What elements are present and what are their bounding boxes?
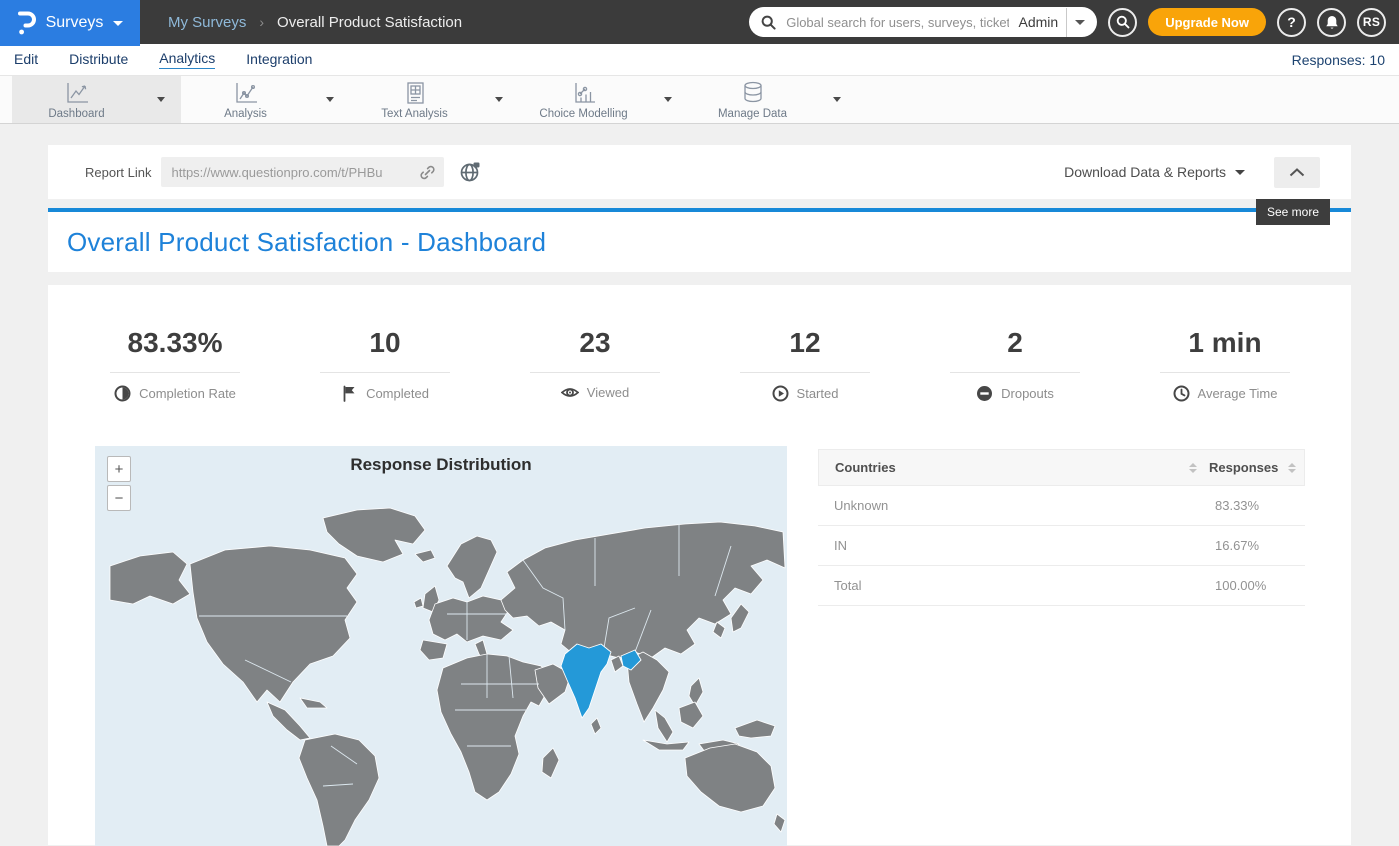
database-icon (741, 81, 765, 105)
analytics-toolbar: Dashboard Analysis Text Analysis Choice … (0, 76, 1399, 124)
bell-icon (1325, 15, 1339, 30)
map-zoom-in-button[interactable]: + (107, 456, 131, 482)
stat-started: 12 Started (700, 327, 910, 402)
app-logo[interactable]: Surveys (0, 0, 140, 46)
toolbar-item-choice-modelling[interactable]: Choice Modelling (519, 76, 688, 123)
upgrade-now-button[interactable]: Upgrade Now (1148, 8, 1266, 36)
chevron-up-icon (1289, 168, 1305, 177)
report-access-settings-button[interactable] (459, 161, 481, 183)
stat-completed: 10 Completed (280, 327, 490, 402)
global-search[interactable]: Admin (749, 7, 1097, 37)
survey-stats-row: 83.33% Completion Rate 10 Completed (48, 285, 1351, 402)
map-zoom-controls: + − (107, 456, 131, 511)
tab-analytics[interactable]: Analytics (159, 50, 215, 69)
table-row: Unknown 83.33% (818, 486, 1305, 526)
table-row: IN 16.67% (818, 526, 1305, 566)
table-row: Total 100.00% (818, 566, 1305, 606)
stat-average-time: 1 min Average Time (1120, 327, 1330, 402)
map-country-india (561, 644, 611, 718)
report-link-url[interactable]: https://www.questionpro.com/t/PHBu (171, 165, 413, 180)
link-icon (419, 164, 436, 181)
breadcrumb-separator: › (259, 14, 264, 30)
tab-distribute[interactable]: Distribute (69, 51, 128, 69)
chevron-down-icon[interactable] (1075, 20, 1085, 25)
toolbar-item-analysis[interactable]: Analysis (181, 76, 350, 123)
response-distribution-map[interactable]: Response Distribution + − (95, 446, 787, 846)
text-analysis-menu-caret[interactable] (479, 76, 519, 123)
product-switcher-label: Surveys (46, 14, 104, 32)
scatter-chart-icon (571, 81, 597, 105)
page-title-panel: Overall Product Satisfaction - Dashboard (48, 212, 1351, 272)
contrast-icon (114, 385, 131, 402)
download-data-reports-dropdown[interactable]: Download Data & Reports (1064, 164, 1245, 180)
dashboard-page: Report Link https://www.questionpro.com/… (0, 145, 1399, 845)
minus-circle-icon (976, 385, 993, 402)
analysis-menu-caret[interactable] (310, 76, 350, 123)
stat-viewed: 23 Viewed (490, 327, 700, 402)
breadcrumb-my-surveys[interactable]: My Surveys (168, 14, 246, 31)
chevron-down-icon (1235, 170, 1245, 175)
world-map[interactable] (95, 446, 787, 846)
tab-integration[interactable]: Integration (246, 51, 312, 69)
choice-modelling-menu-caret[interactable] (648, 76, 688, 123)
survey-section-nav: Edit Distribute Analytics Integration Re… (0, 44, 1399, 76)
globe-lock-icon (459, 161, 481, 183)
report-link-label: Report Link (85, 165, 151, 180)
top-bar: Surveys My Surveys › Overall Product Sat… (0, 0, 1399, 44)
divider (1066, 8, 1067, 37)
map-zoom-out-button[interactable]: − (107, 485, 131, 511)
page-title: Overall Product Satisfaction - Dashboard (67, 227, 546, 258)
trend-chart-icon (233, 81, 259, 105)
line-chart-icon (64, 81, 90, 105)
user-avatar[interactable]: RS (1357, 8, 1386, 37)
chevron-down-icon (113, 21, 123, 26)
responses-count: Responses: 10 (1292, 52, 1385, 68)
dashboard-menu-caret[interactable] (141, 76, 181, 123)
toolbar-item-dashboard[interactable]: Dashboard (12, 76, 181, 123)
distribution-section: Response Distribution + − (48, 446, 1351, 846)
search-icon (761, 15, 776, 30)
tab-edit[interactable]: Edit (14, 51, 38, 69)
stat-completion-rate: 83.33% Completion Rate (70, 327, 280, 402)
sort-icon[interactable] (1189, 463, 1197, 473)
stat-dropouts: 2 Dropouts (910, 327, 1120, 402)
help-button[interactable]: ? (1277, 8, 1306, 37)
see-more-tooltip: See more (1256, 199, 1330, 225)
search-input[interactable] (784, 14, 1010, 31)
table-header: Countries Responses (818, 449, 1305, 486)
collapse-header-button[interactable] (1274, 157, 1320, 188)
column-header-responses[interactable]: Responses (1209, 460, 1282, 475)
toolbar-item-manage-data[interactable]: Manage Data (688, 76, 857, 123)
manage-data-menu-caret[interactable] (817, 76, 857, 123)
topbar-actions: Admin Upgrade Now ? RS (749, 7, 1399, 37)
clock-icon (1173, 385, 1190, 402)
eye-icon (561, 385, 579, 400)
flag-icon (341, 385, 358, 402)
search-scope-selector[interactable]: Admin (1019, 14, 1059, 30)
search-icon (1116, 15, 1130, 29)
play-circle-icon (772, 385, 789, 402)
breadcrumb: My Surveys › Overall Product Satisfactio… (168, 14, 462, 31)
sort-icon[interactable] (1288, 463, 1296, 473)
document-grid-icon (403, 81, 427, 105)
breadcrumb-current-survey: Overall Product Satisfaction (277, 14, 462, 31)
report-link-field[interactable]: https://www.questionpro.com/t/PHBu (161, 157, 444, 187)
notifications-button[interactable] (1317, 8, 1346, 37)
report-link-bar: Report Link https://www.questionpro.com/… (48, 145, 1351, 199)
countries-responses-table: Countries Responses Unknown 83.33% IN 16… (818, 449, 1305, 846)
questionpro-dashboard: { "topbar": { "product": "Surveys", "bre… (0, 0, 1399, 775)
search-button[interactable] (1108, 8, 1137, 37)
questionpro-p-icon (17, 10, 36, 36)
dashboard-content: 83.33% Completion Rate 10 Completed (48, 285, 1351, 845)
column-header-countries[interactable]: Countries (835, 460, 1183, 475)
toolbar-item-text-analysis[interactable]: Text Analysis (350, 76, 519, 123)
